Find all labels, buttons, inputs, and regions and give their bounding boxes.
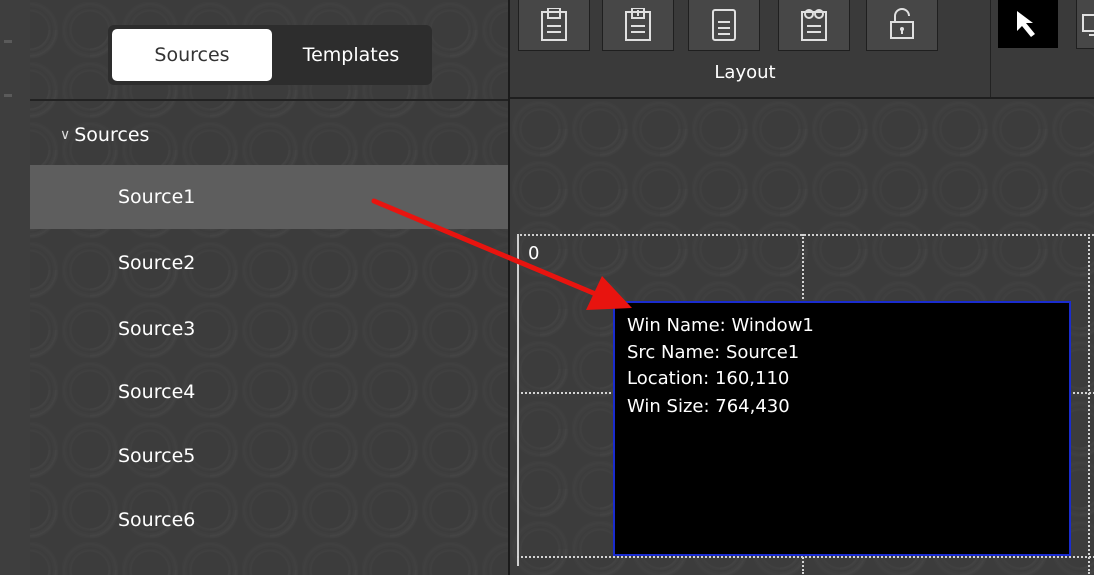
layout-file-button[interactable] bbox=[688, 0, 760, 51]
layout-settings-button[interactable] bbox=[778, 0, 850, 51]
source-item-label: Source3 bbox=[118, 318, 196, 340]
source-item[interactable]: Source6 bbox=[30, 488, 508, 552]
source-item-label: Source5 bbox=[118, 445, 196, 467]
save-layout-icon bbox=[541, 8, 567, 41]
tree-group-label: Sources bbox=[74, 124, 150, 146]
edge-marker bbox=[4, 40, 12, 43]
source-item-partial[interactable]: – – bbox=[30, 552, 508, 575]
app-window: Sources Templates ∨ Sources Source1 Sour… bbox=[0, 0, 1094, 575]
save-as-layout-button[interactable] bbox=[602, 0, 674, 51]
toolbar-group-label: Layout bbox=[714, 62, 776, 83]
lock-layout-icon bbox=[890, 8, 914, 39]
screen-index-label: 0 bbox=[528, 243, 540, 264]
source-item-label: Source4 bbox=[118, 381, 196, 403]
location-value: 160,110 bbox=[714, 368, 790, 389]
pointer-tool-button[interactable] bbox=[998, 0, 1058, 48]
source-item[interactable]: Source4 bbox=[30, 360, 508, 424]
sources-panel: Sources Templates ∨ Sources Source1 Sour… bbox=[0, 0, 508, 575]
lock-layout-button[interactable] bbox=[866, 0, 938, 51]
save-as-layout-icon bbox=[625, 8, 651, 41]
pointer-arrow-icon bbox=[1017, 11, 1035, 37]
source-item-label: Source1 bbox=[118, 186, 196, 208]
toolbar-divider bbox=[990, 0, 991, 97]
grid-line-horizontal bbox=[517, 556, 1094, 558]
source-item[interactable]: Source3 bbox=[30, 297, 508, 361]
source-item-label-partial: – – bbox=[118, 564, 144, 575]
panel-edge bbox=[0, 0, 30, 575]
display-icon bbox=[1082, 14, 1094, 36]
window-info-name: Win Name: Window1 bbox=[627, 315, 814, 336]
source-item[interactable]: Source1 bbox=[30, 165, 508, 229]
tab-sources[interactable]: Sources bbox=[112, 29, 272, 81]
layout-window[interactable]: Win Name: Window1 Src Name: Source1 Loca… bbox=[613, 301, 1071, 556]
window-info-source: Src Name: Source1 bbox=[627, 342, 799, 363]
source-item[interactable]: Source5 bbox=[30, 424, 508, 488]
panel-divider bbox=[30, 99, 508, 101]
grid-line-vertical bbox=[1088, 234, 1090, 574]
edge-marker bbox=[4, 94, 12, 97]
tree-group-sources[interactable]: ∨ Sources bbox=[60, 117, 149, 153]
layout-canvas[interactable]: 0 Win Name: Window1 Src Name: Source1 Lo… bbox=[510, 99, 1094, 575]
layout-file-icon bbox=[712, 9, 736, 41]
window-info-size: Win Size: 764,430 bbox=[627, 396, 790, 417]
display-tool-button[interactable] bbox=[1076, 0, 1094, 49]
layout-settings-icon bbox=[801, 9, 827, 41]
chevron-down-icon: ∨ bbox=[60, 127, 71, 143]
src-name-label: Src Name: bbox=[627, 342, 721, 363]
win-size-label: Win Size: bbox=[627, 396, 710, 417]
win-name-value: Window1 bbox=[731, 315, 814, 336]
source-item-label: Source6 bbox=[118, 509, 196, 531]
save-layout-button[interactable] bbox=[518, 0, 590, 51]
location-label: Location: bbox=[627, 368, 710, 389]
tab-templates[interactable]: Templates bbox=[274, 29, 428, 81]
panel-tab-switch: Sources Templates bbox=[108, 25, 432, 85]
layout-toolbar: Layout bbox=[510, 0, 1094, 99]
window-info-location: Location: 160,110 bbox=[627, 368, 789, 389]
win-size-value: 764,430 bbox=[715, 396, 790, 417]
win-name-label: Win Name: bbox=[627, 315, 726, 336]
layout-area: Layout 0 Win Name: Window1 Src Name: Sou… bbox=[510, 0, 1094, 575]
src-name-value: Source1 bbox=[725, 342, 800, 363]
source-item-label: Source2 bbox=[118, 252, 196, 274]
source-item[interactable]: Source2 bbox=[30, 231, 508, 295]
